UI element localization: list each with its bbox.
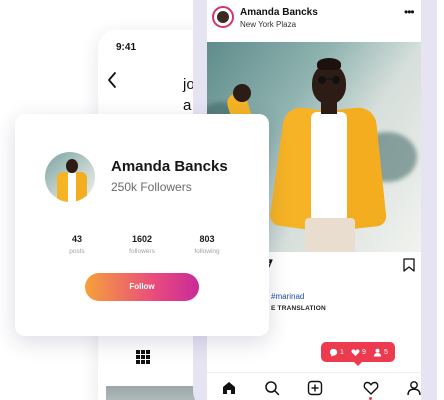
comment-count: 1	[340, 348, 344, 356]
grid-icon[interactable]	[136, 350, 150, 364]
stat-following[interactable]: 803 following	[177, 234, 237, 255]
app-showcase: 9:41 jo a Amanda Bancks New York Plaza ••…	[0, 0, 444, 400]
stat-followers[interactable]: 1602 followers	[112, 234, 172, 255]
add-post-icon[interactable]	[307, 380, 323, 396]
post-thumbnail[interactable]	[106, 386, 196, 400]
stat-posts[interactable]: 43 posts	[47, 234, 107, 255]
comment-icon	[329, 348, 338, 357]
stat-value: 43	[71, 234, 82, 244]
activity-notification-badge[interactable]: 1 9 5	[321, 342, 395, 366]
stat-label: followers	[129, 248, 155, 255]
profile-name: Amanda Bancks	[111, 158, 228, 175]
chevron-left-icon[interactable]	[105, 70, 119, 90]
heart-icon[interactable]	[363, 380, 379, 396]
heart-icon	[351, 348, 360, 356]
profile-card: Amanda Bancks 250k Followers 43 posts 16…	[15, 114, 269, 336]
profile-follower-count: 250k Followers	[111, 180, 192, 194]
home-icon[interactable]	[221, 380, 237, 396]
post-header: Amanda Bancks New York Plaza •••	[207, 0, 421, 36]
avatar[interactable]	[45, 152, 95, 202]
stat-value: 803	[199, 234, 215, 244]
avatar[interactable]	[212, 6, 234, 28]
stat-label: posts	[69, 248, 85, 255]
stat-label: following	[194, 248, 220, 255]
search-icon[interactable]	[264, 380, 280, 396]
bottom-nav	[207, 372, 421, 400]
profile-icon[interactable]	[406, 380, 422, 396]
post-user-name[interactable]: Amanda Bancks	[240, 7, 318, 18]
bookmark-icon[interactable]	[402, 258, 416, 272]
status-time: 9:41	[116, 42, 137, 53]
see-translation-link[interactable]: E TRANSLATION	[271, 305, 326, 312]
post-location[interactable]: New York Plaza	[240, 20, 296, 29]
more-options-icon[interactable]: •••	[404, 5, 415, 19]
follower-count: 5	[384, 348, 388, 356]
follow-button[interactable]: Follow	[85, 273, 199, 301]
stat-value: 1602	[131, 234, 153, 244]
follower-icon	[373, 348, 382, 357]
post-hashtag[interactable]: #marinad	[271, 292, 304, 301]
like-count: 9	[362, 348, 366, 356]
